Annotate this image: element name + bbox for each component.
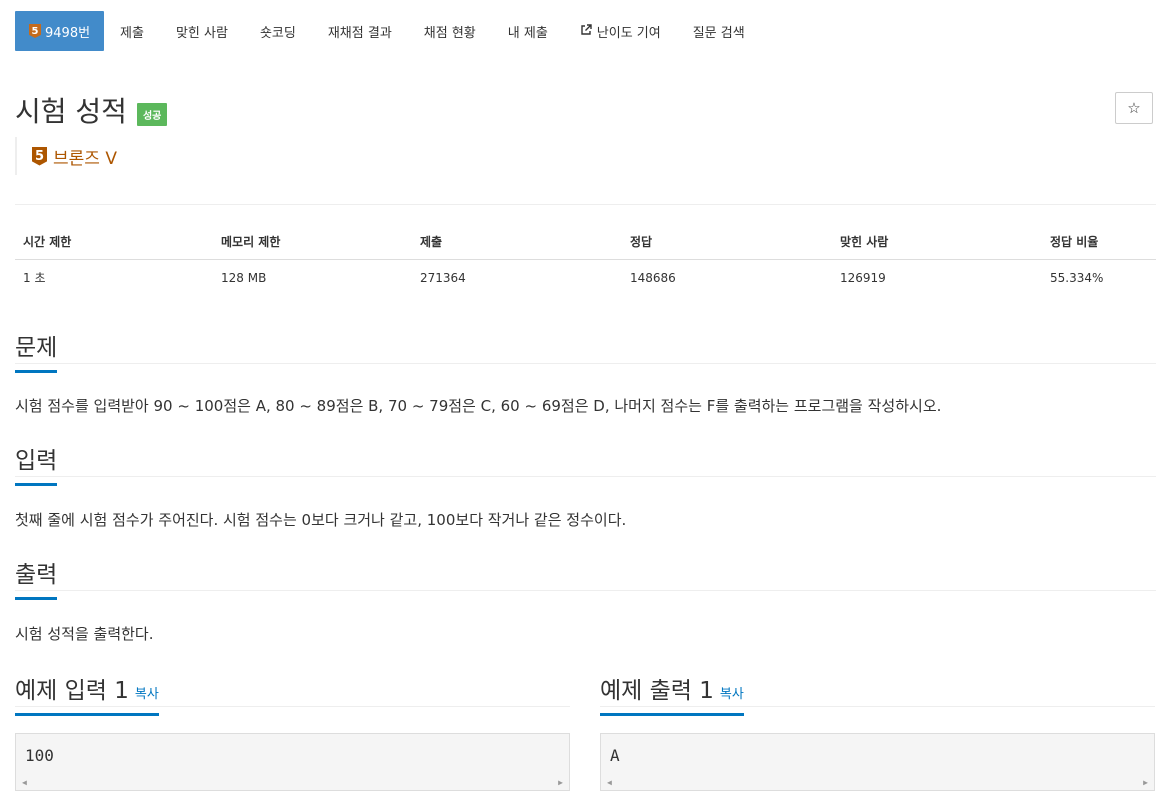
tab-question-search[interactable]: 질문 검색 bbox=[677, 11, 761, 51]
tab-difficulty-contribution[interactable]: 난이도 기여 bbox=[564, 11, 677, 51]
input-heading: 입력 bbox=[15, 441, 58, 486]
tab-my-submissions[interactable]: 내 제출 bbox=[492, 11, 564, 51]
header-memory-limit: 메모리 제한 bbox=[213, 224, 412, 260]
copy-sample-output-button[interactable]: 복사 bbox=[720, 687, 744, 702]
copy-sample-input-button[interactable]: 복사 bbox=[135, 687, 159, 702]
status-badge: 성공 bbox=[136, 102, 168, 126]
scroll-left-icon[interactable]: ◀ bbox=[607, 778, 612, 787]
header-solved-users: 맞힌 사람 bbox=[832, 224, 1042, 260]
star-icon: ☆ bbox=[1127, 99, 1141, 117]
sample-input-heading: 예제 입력 1 복사 bbox=[15, 671, 159, 716]
horizontal-scrollbar[interactable]: ◀ ▶ bbox=[16, 776, 569, 790]
problem-section-header: 문제 bbox=[15, 328, 1156, 373]
time-limit-value: 1 초 bbox=[23, 271, 46, 285]
tab-submit[interactable]: 제출 bbox=[104, 11, 160, 51]
sample-output-box[interactable]: A ◀ ▶ bbox=[600, 733, 1155, 791]
scroll-right-icon[interactable]: ▶ bbox=[1143, 778, 1148, 787]
table-header-row: 시간 제한 메모리 제한 제출 정답 맞힌 사람 정답 비율 bbox=[15, 224, 1156, 260]
external-link-icon bbox=[580, 23, 594, 39]
header-accepted: 정답 bbox=[622, 224, 832, 260]
sample-output-header: 예제 출력 1 복사 bbox=[600, 671, 1155, 716]
tab-problem-label: 9498번 bbox=[45, 25, 91, 41]
scroll-right-icon[interactable]: ▶ bbox=[558, 778, 563, 787]
problem-info-table: 시간 제한 메모리 제한 제출 정답 맞힌 사람 정답 비율 1 초 128 M… bbox=[15, 224, 1156, 295]
sample-output-value: A bbox=[610, 746, 620, 765]
scroll-left-icon[interactable]: ◀ bbox=[22, 778, 27, 787]
bronze-tier-icon: 5 bbox=[29, 24, 41, 38]
sample-output-title: 예제 출력 1 bbox=[600, 678, 714, 704]
input-description: 첫째 줄에 시험 점수가 주어진다. 시험 점수는 0보다 크거나 같고, 10… bbox=[15, 511, 627, 529]
section-divider bbox=[15, 590, 1156, 591]
tab-problem[interactable]: 5 9498번 bbox=[15, 11, 105, 51]
accepted-value: 148686 bbox=[630, 270, 676, 285]
sample-output-heading: 예제 출력 1 복사 bbox=[600, 671, 744, 716]
title-row: 시험 성적 성공 bbox=[15, 90, 168, 130]
header-submissions: 제출 bbox=[412, 224, 622, 260]
favorite-button[interactable]: ☆ bbox=[1115, 92, 1153, 124]
horizontal-scrollbar[interactable]: ◀ ▶ bbox=[601, 776, 1154, 790]
section-divider bbox=[15, 476, 1156, 477]
tab-status[interactable]: 채점 현황 bbox=[408, 11, 492, 51]
output-description: 시험 성적을 출력한다. bbox=[15, 625, 154, 643]
sample-input-box[interactable]: 100 ◀ ▶ bbox=[15, 733, 570, 791]
tab-difficulty-label: 난이도 기여 bbox=[596, 25, 661, 41]
problem-heading: 문제 bbox=[15, 328, 58, 373]
table-row: 1 초 128 MB 271364 148686 126919 55.334% bbox=[15, 260, 1156, 296]
output-section-header: 출력 bbox=[15, 555, 1156, 600]
input-section-header: 입력 bbox=[15, 441, 1156, 486]
sample-input-value: 100 bbox=[25, 746, 54, 765]
divider bbox=[15, 204, 1156, 205]
section-divider bbox=[15, 363, 1156, 364]
bronze-tier-icon: 5 bbox=[32, 146, 47, 166]
submissions-value: 271364 bbox=[420, 270, 466, 285]
header-time-limit: 시간 제한 bbox=[15, 224, 213, 260]
problem-description: 시험 점수를 입력받아 90 ~ 100점은 A, 80 ~ 89점은 B, 7… bbox=[15, 397, 942, 415]
sample-input-header: 예제 입력 1 복사 bbox=[15, 671, 570, 716]
problem-page: 5 9498번 제출 맞힌 사람 숏코딩 재채점 결과 채점 현황 내 제출 난… bbox=[0, 0, 1171, 807]
solved-users-value: 126919 bbox=[840, 270, 886, 285]
page-title: 시험 성적 bbox=[15, 95, 127, 128]
memory-limit-value: 128 MB bbox=[221, 270, 267, 285]
problem-tier: 5 브론즈 V bbox=[15, 137, 117, 175]
sample-input-title: 예제 입력 1 bbox=[15, 678, 129, 704]
accept-ratio-value: 55.334% bbox=[1050, 270, 1104, 285]
header-accept-ratio: 정답 비율 bbox=[1042, 224, 1156, 260]
tier-name[interactable]: 브론즈 V bbox=[53, 144, 117, 169]
tab-solved-users[interactable]: 맞힌 사람 bbox=[160, 11, 244, 51]
tab-rejudge-results[interactable]: 재채점 결과 bbox=[312, 11, 408, 51]
output-heading: 출력 bbox=[15, 555, 58, 600]
tab-short-coding[interactable]: 숏코딩 bbox=[244, 11, 312, 51]
problem-nav: 5 9498번 제출 맞힌 사람 숏코딩 재채점 결과 채점 현황 내 제출 난… bbox=[15, 11, 761, 51]
